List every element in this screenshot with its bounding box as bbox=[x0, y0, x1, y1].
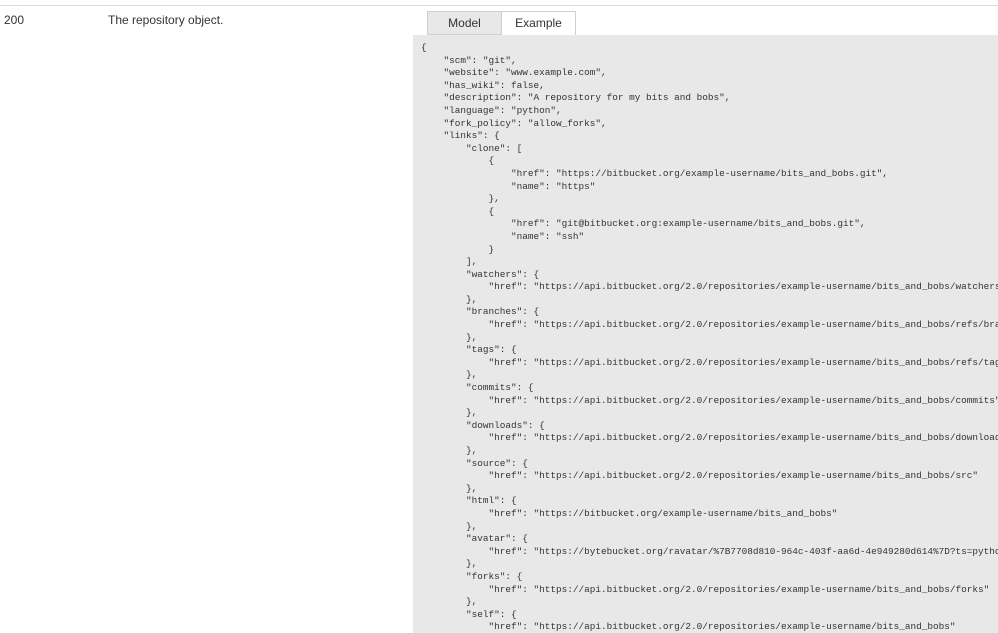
code-line: ], bbox=[466, 256, 478, 268]
code-line: "href": "https://api.bitbucket.org/2.0/r… bbox=[488, 319, 998, 331]
code-line: "href": "https://api.bitbucket.org/2.0/r… bbox=[488, 432, 998, 444]
code-line: "href": "https://api.bitbucket.org/2.0/r… bbox=[488, 470, 978, 482]
code-line: "href": "https://api.bitbucket.org/2.0/r… bbox=[488, 356, 998, 368]
code-line: "href": "https://bitbucket.org/example-u… bbox=[488, 507, 838, 519]
code-line: "href": "https://api.bitbucket.org/2.0/r… bbox=[488, 621, 956, 633]
tab-example[interactable]: Example bbox=[501, 11, 576, 35]
code-line: "watchers": { bbox=[466, 268, 540, 280]
code-line: "source": { bbox=[466, 457, 528, 469]
api-response-page: 200 The repository object. Model Example… bbox=[0, 0, 998, 633]
code-line: "fork_policy": "allow_forks", bbox=[443, 117, 607, 129]
code-line: "href": "https://api.bitbucket.org/2.0/r… bbox=[488, 394, 998, 406]
code-line: "href": "https://api.bitbucket.org/2.0/r… bbox=[488, 583, 990, 595]
code-line: "href": "https://bytebucket.org/ravatar/… bbox=[488, 545, 998, 557]
code-line: "href": "git@bitbucket.org:example-usern… bbox=[511, 218, 866, 230]
code-line: }, bbox=[466, 520, 478, 532]
code-line: "branches": { bbox=[466, 306, 540, 318]
code-line: "downloads": { bbox=[466, 419, 545, 431]
code-line: }, bbox=[488, 193, 500, 205]
code-line: "name": "ssh" bbox=[511, 230, 585, 242]
code-line: "tags": { bbox=[466, 344, 517, 356]
response-description: The repository object. bbox=[108, 13, 224, 27]
code-line: }, bbox=[466, 482, 478, 494]
code-line: "language": "python", bbox=[443, 104, 562, 116]
model-example-tabs: Model Example bbox=[427, 11, 576, 35]
response-status-code: 200 bbox=[4, 13, 25, 27]
code-line: "forks": { bbox=[466, 570, 523, 582]
code-line: "href": "https://api.bitbucket.org/2.0/r… bbox=[488, 281, 998, 293]
code-line: "website": "www.example.com", bbox=[443, 67, 607, 79]
code-line: { bbox=[488, 155, 495, 167]
code-line: "scm": "git", bbox=[443, 54, 517, 66]
example-code-panel[interactable]: { "scm": "git", "website": "www.example.… bbox=[413, 35, 998, 633]
code-line: }, bbox=[466, 445, 478, 456]
code-line: "links": { bbox=[443, 130, 500, 142]
code-line: "has_wiki": false, bbox=[443, 79, 545, 91]
code-line: { bbox=[421, 42, 427, 53]
example-json-code: { "scm": "git", "website": "www.example.… bbox=[413, 35, 998, 633]
top-divider bbox=[0, 5, 998, 6]
code-line: { bbox=[488, 205, 495, 217]
code-line: "avatar": { bbox=[466, 533, 528, 545]
code-line: }, bbox=[466, 369, 478, 381]
code-line: }, bbox=[466, 293, 478, 305]
tab-model[interactable]: Model bbox=[427, 11, 501, 35]
code-line: }, bbox=[466, 407, 478, 419]
code-line: "clone": [ bbox=[466, 142, 523, 154]
code-line: "commits": { bbox=[466, 382, 534, 394]
code-line: "self": { bbox=[466, 608, 517, 620]
code-line: "href": "https://bitbucket.org/example-u… bbox=[511, 167, 888, 179]
code-line: }, bbox=[466, 331, 478, 343]
code-line: }, bbox=[466, 558, 478, 570]
code-line: "html": { bbox=[466, 495, 517, 507]
code-line: } bbox=[488, 243, 495, 255]
code-line: "description": "A repository for my bits… bbox=[443, 92, 731, 104]
code-line: "name": "https" bbox=[511, 180, 596, 192]
code-line: }, bbox=[466, 596, 478, 608]
